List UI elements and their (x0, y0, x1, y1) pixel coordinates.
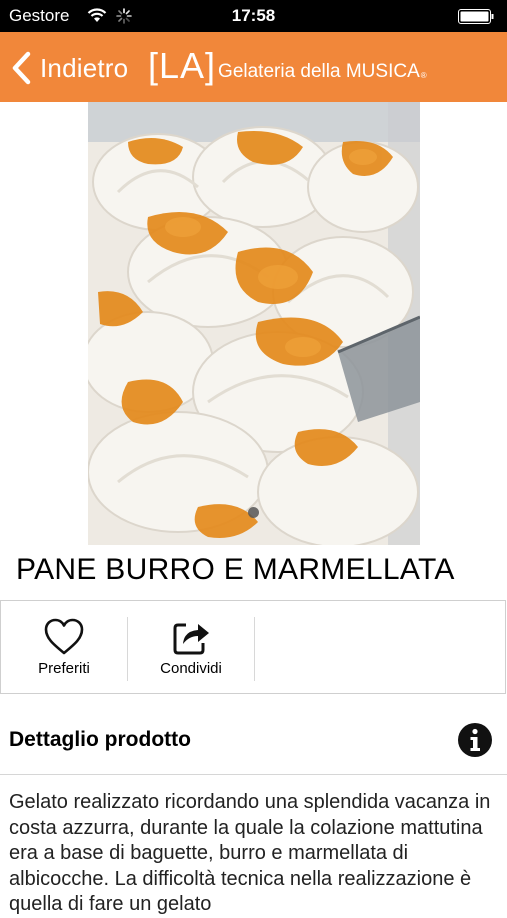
info-icon[interactable] (457, 722, 493, 758)
share-label: Condividi (160, 660, 222, 677)
brand-logo-mark: [LA] (148, 45, 217, 86)
brand-logo: [LA] Gelateria della MUSICA ® (148, 46, 427, 86)
share-icon (173, 623, 209, 655)
product-title: PANE BURRO E MARMELLATA (16, 553, 455, 586)
battery-icon (458, 9, 494, 24)
product-description: Gelato realizzato ricordando una splendi… (9, 791, 491, 915)
heart-icon (44, 618, 84, 655)
share-button[interactable]: Condividi (128, 601, 254, 695)
status-time: 17:58 (231, 6, 276, 25)
favorites-label: Preferiti (38, 660, 90, 677)
navigation-bar: Indietro [LA] Gelateria della MUSICA ® (0, 32, 507, 102)
gelato-illustration (88, 102, 420, 545)
gallery-page-indicator[interactable] (248, 507, 259, 518)
chevron-left-icon (12, 51, 31, 85)
back-button-label: Indietro (40, 52, 129, 83)
status-bar: Gestore 17:58 (0, 0, 507, 32)
back-button[interactable]: Indietro (10, 48, 128, 88)
trademark-mark: ® (420, 71, 427, 80)
product-image[interactable] (88, 102, 420, 545)
section-title: Dettaglio prodotto (9, 728, 191, 751)
brand-name: Gelateria della MUSICA (218, 61, 420, 82)
action-divider (254, 617, 255, 681)
action-bar: Preferiti Condividi (0, 600, 506, 694)
favorites-button[interactable]: Preferiti (1, 601, 127, 695)
product-details-header: Dettaglio prodotto (0, 702, 507, 775)
